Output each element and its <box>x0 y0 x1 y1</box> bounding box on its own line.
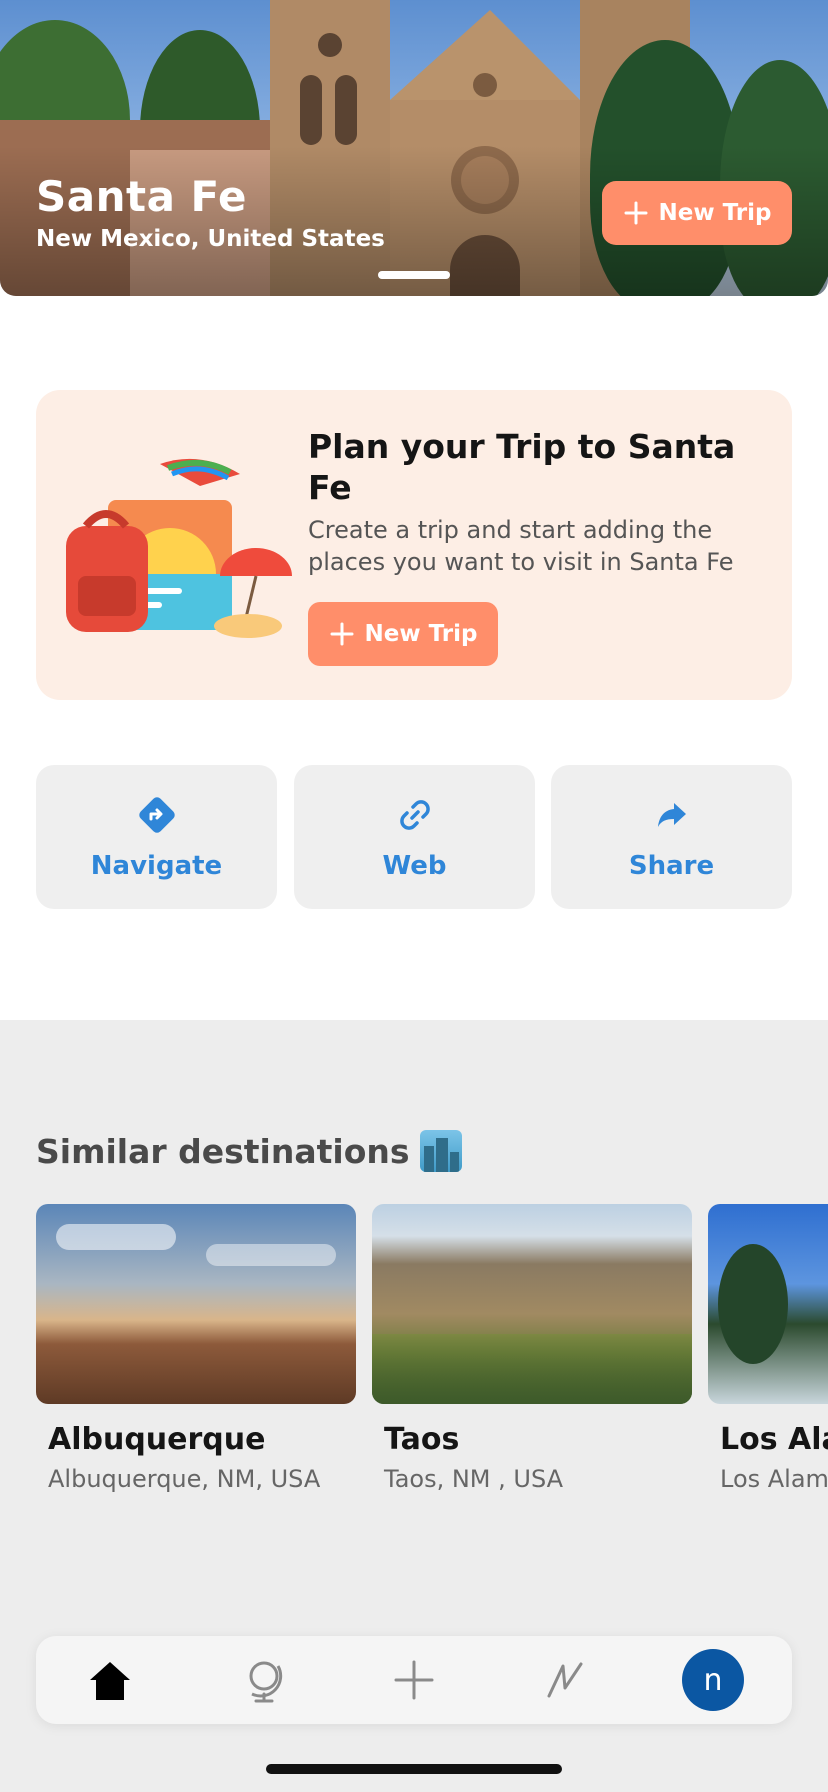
plan-new-trip-label: New Trip <box>364 621 478 647</box>
hero-banner[interactable]: Santa Fe New Mexico, United States New T… <box>0 0 828 296</box>
bottom-tab-bar: n <box>36 1636 792 1724</box>
web-button[interactable]: Web <box>294 765 535 909</box>
globe-icon <box>249 1661 283 1703</box>
carousel-indicator <box>378 271 450 279</box>
share-button[interactable]: Share <box>551 765 792 909</box>
tab-activity[interactable] <box>541 1656 589 1704</box>
plan-card-description: Create a trip and start adding the place… <box>308 516 734 576</box>
los-alamos-image <box>708 1204 828 1404</box>
hero-new-trip-button[interactable]: New Trip <box>602 181 792 245</box>
navigate-button[interactable]: Navigate <box>36 765 277 909</box>
hero-new-trip-label: New Trip <box>658 200 772 226</box>
avatar: n <box>682 1649 744 1711</box>
similar-destinations-heading: Similar destinations <box>36 1130 462 1172</box>
travel-illustration <box>66 458 292 638</box>
tab-explore[interactable] <box>240 1656 288 1704</box>
destination-card-los-alamos[interactable]: Los Ala Los Alam <box>708 1204 828 1493</box>
activity-icon <box>547 1662 583 1698</box>
share-label: Share <box>628 851 715 881</box>
tab-add[interactable] <box>390 1656 438 1704</box>
home-icon <box>90 1662 130 1700</box>
destination-location: Albuquerque, NM, USA <box>48 1465 321 1493</box>
navigate-icon <box>138 797 175 833</box>
navigate-label: Navigate <box>90 851 223 881</box>
tab-profile[interactable]: n <box>682 1649 744 1711</box>
destination-subtitle: New Mexico, United States <box>36 226 385 252</box>
similar-destinations-title: Similar destinations <box>36 1131 410 1171</box>
destination-location: Taos, NM , USA <box>384 1465 564 1493</box>
plus-icon <box>330 622 354 646</box>
plan-trip-card: Plan your Trip to Santa Fe Create a trip… <box>36 390 792 700</box>
home-indicator <box>266 1764 562 1774</box>
plus-icon <box>624 201 648 225</box>
plan-new-trip-button[interactable]: New Trip <box>308 602 498 666</box>
destination-card-albuquerque[interactable]: Albuquerque Albuquerque, NM, USA <box>36 1204 356 1493</box>
albuquerque-image <box>36 1204 356 1404</box>
tab-home[interactable] <box>86 1656 134 1704</box>
destination-name: Taos <box>384 1422 460 1457</box>
destination-card-taos[interactable]: Taos Taos, NM , USA <box>372 1204 692 1493</box>
destination-name: Los Ala <box>720 1422 828 1457</box>
web-label: Web <box>382 851 447 881</box>
plus-icon <box>394 1660 434 1700</box>
destination-location: Los Alam <box>720 1465 828 1493</box>
share-icon <box>657 803 686 827</box>
plan-card-title: Plan your Trip to Santa Fe <box>308 427 736 507</box>
taos-image <box>372 1204 692 1404</box>
city-emoji-icon <box>419 1130 462 1172</box>
link-icon <box>399 800 430 830</box>
destination-title: Santa Fe <box>36 172 248 221</box>
destination-name: Albuquerque <box>48 1422 266 1457</box>
